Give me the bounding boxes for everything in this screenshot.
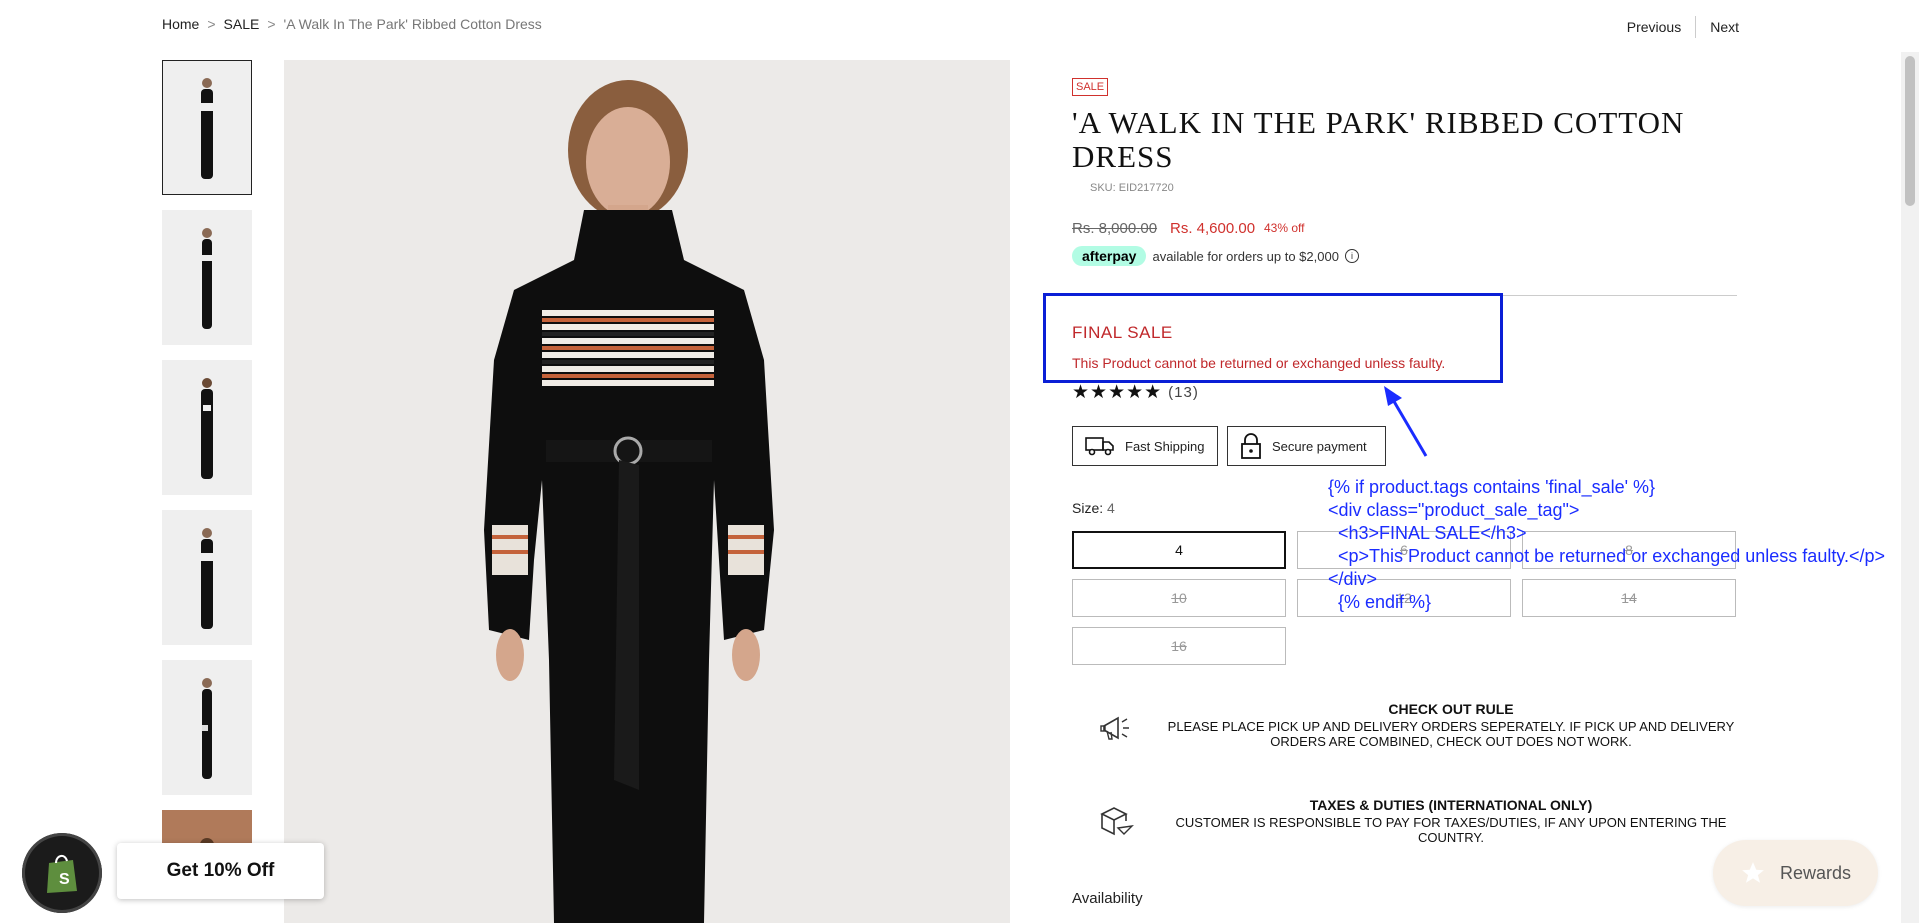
product-thumbnail[interactable] bbox=[162, 510, 252, 645]
size-option-4[interactable]: 4 bbox=[1072, 531, 1286, 569]
afterpay-info: afterpay available for orders up to $2,0… bbox=[1072, 246, 1359, 266]
breadcrumb-home[interactable]: Home bbox=[162, 16, 199, 32]
feature-secure-payment: Secure payment bbox=[1227, 426, 1386, 466]
sale-price: Rs. 4,600.00 bbox=[1170, 220, 1256, 237]
availability-label: Availability bbox=[1072, 890, 1143, 907]
discount-popup-button[interactable]: Get 10% Off bbox=[117, 843, 324, 899]
product-thumbnail[interactable] bbox=[162, 60, 252, 195]
rule-title: TAXES & DUTIES (INTERNATIONAL ONLY) bbox=[1309, 797, 1593, 813]
info-icon[interactable]: i bbox=[1344, 249, 1359, 263]
breadcrumb-current: 'A Walk In The Park' Ribbed Cotton Dress bbox=[283, 16, 542, 32]
size-option-16[interactable]: 16 bbox=[1072, 627, 1286, 665]
chevron-right-icon: > bbox=[207, 16, 216, 32]
next-link[interactable]: Next bbox=[1710, 19, 1739, 35]
rule-title: CHECK OUT RULE bbox=[1388, 701, 1514, 717]
product-title: 'A WALK IN THE PARK' RIBBED COTTON DRESS bbox=[1072, 105, 1685, 174]
model-image bbox=[484, 80, 774, 923]
megaphone-icon bbox=[1100, 716, 1129, 740]
rewards-button[interactable]: Rewards bbox=[1713, 840, 1878, 906]
rating[interactable]: ★★★★★ (13) bbox=[1072, 381, 1199, 404]
shopify-bag-icon: S bbox=[47, 855, 77, 893]
product-thumbnail[interactable] bbox=[162, 210, 252, 345]
previous-link[interactable]: Previous bbox=[1627, 19, 1681, 35]
truck-icon bbox=[1085, 437, 1114, 456]
shopify-chat-button[interactable]: S bbox=[22, 833, 102, 913]
breadcrumb-sale[interactable]: SALE bbox=[224, 16, 260, 32]
original-price: Rs. 8,000.00 bbox=[1072, 220, 1158, 237]
rule-text: CUSTOMER IS RESPONSIBLE TO PAY FOR TAXES… bbox=[1175, 815, 1727, 845]
discount-percent: 43% off bbox=[1264, 221, 1305, 235]
sale-badge: SALE bbox=[1072, 78, 1109, 96]
afterpay-logo: afterpay bbox=[1072, 246, 1147, 266]
annotation-arrow-icon bbox=[1384, 386, 1428, 457]
box-plane-icon bbox=[1100, 807, 1134, 836]
rule-text: PLEASE PLACE PICK UP AND DELIVERY ORDERS… bbox=[1167, 719, 1735, 749]
chevron-right-icon: > bbox=[267, 16, 276, 32]
lock-icon bbox=[1241, 433, 1261, 459]
feature-label: Secure payment bbox=[1272, 438, 1367, 454]
size-option-10[interactable]: 10 bbox=[1072, 579, 1286, 617]
feature-label: Fast Shipping bbox=[1125, 438, 1205, 454]
product-thumbnail[interactable] bbox=[162, 360, 252, 495]
taxes-duties-rule: TAXES & DUTIES (INTERNATIONAL ONLY) CUST… bbox=[1166, 797, 1736, 845]
star-rating-icon: ★★★★★ bbox=[1072, 382, 1163, 403]
afterpay-text: available for orders up to $2,000 bbox=[1152, 248, 1339, 264]
rewards-label: Rewards bbox=[1779, 862, 1852, 883]
final-sale-text: This Product cannot be returned or excha… bbox=[1072, 355, 1446, 371]
svg-text:S: S bbox=[59, 871, 70, 888]
product-main-image[interactable] bbox=[284, 60, 1010, 923]
feature-fast-shipping: Fast Shipping bbox=[1072, 426, 1218, 466]
thumbnail-list bbox=[162, 60, 252, 887]
star-icon bbox=[1742, 862, 1764, 883]
final-sale-heading: FINAL SALE bbox=[1072, 323, 1173, 342]
page-scrollbar[interactable] bbox=[1901, 52, 1919, 923]
size-label: Size: 4 bbox=[1072, 500, 1115, 516]
product-sku: SKU: EID217720 bbox=[1090, 182, 1174, 194]
product-thumbnail[interactable] bbox=[162, 660, 252, 795]
divider bbox=[1695, 16, 1697, 38]
product-pagination: Previous Next bbox=[1627, 16, 1739, 38]
annotation-code: {% if product.tags contains 'final_sale'… bbox=[1328, 477, 1886, 612]
review-count: (13) bbox=[1168, 384, 1199, 401]
breadcrumb: Home > SALE > 'A Walk In The Park' Ribbe… bbox=[162, 16, 542, 32]
checkout-rule: CHECK OUT RULE PLEASE PLACE PICK UP AND … bbox=[1166, 701, 1736, 749]
